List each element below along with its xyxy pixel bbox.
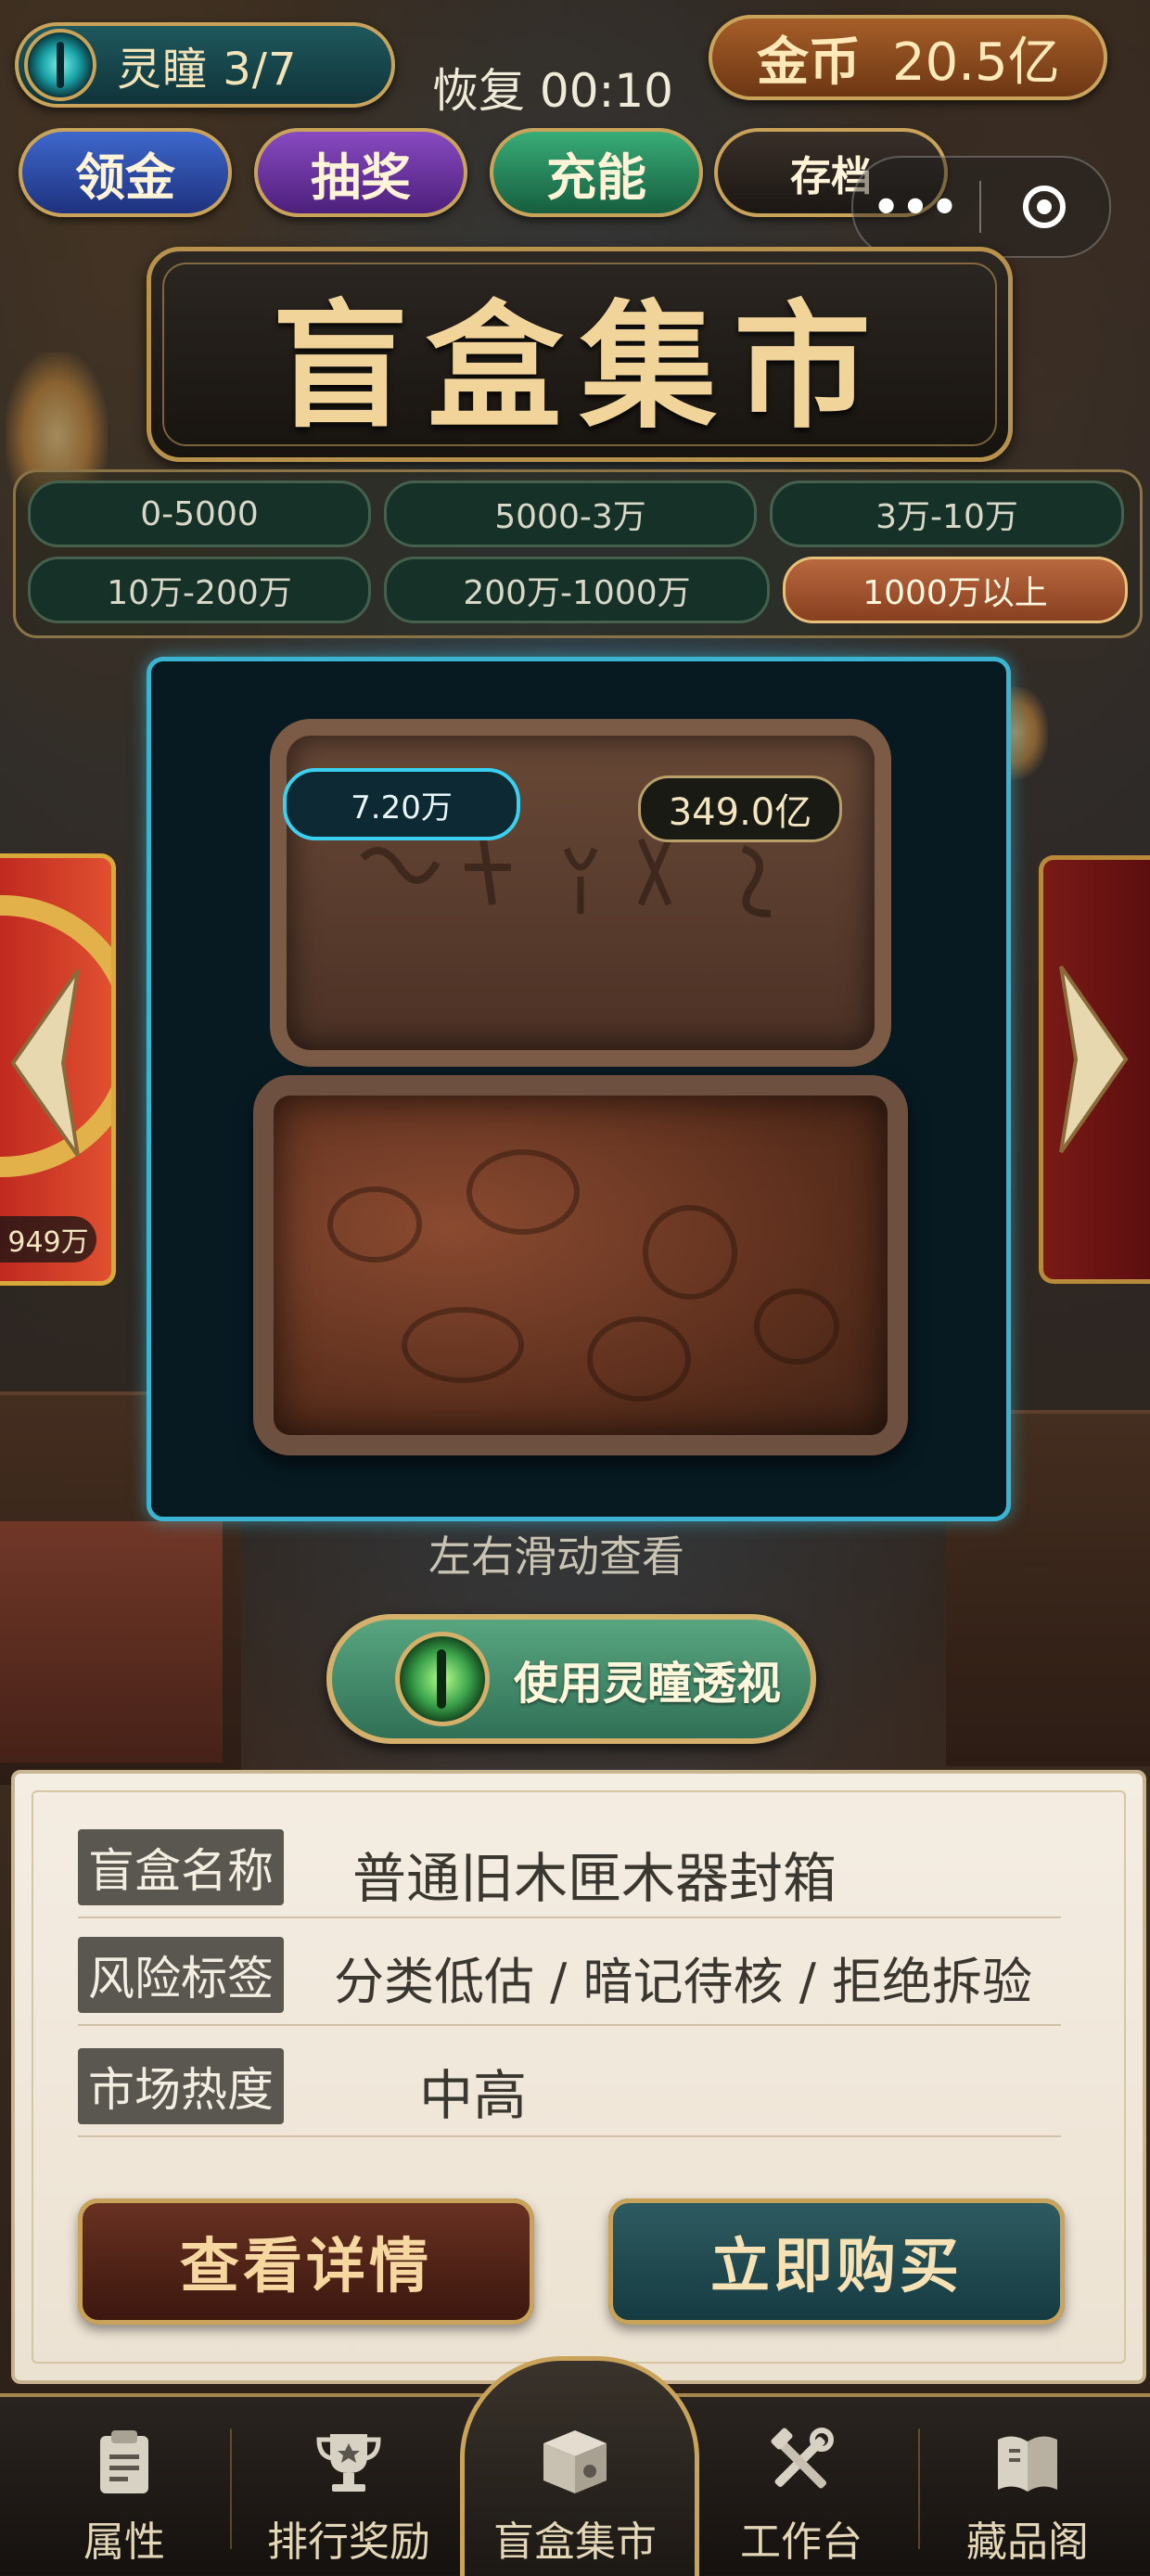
price-filter-chip[interactable]: 3万-10万 xyxy=(770,481,1124,547)
arrow-right-icon[interactable] xyxy=(1050,957,1133,1161)
charge-button[interactable]: 充能 xyxy=(490,128,703,217)
nav-label: 排行奖励 xyxy=(267,2518,430,2566)
wood-burl xyxy=(466,1149,580,1235)
coin-value: 20.5亿 xyxy=(892,32,1060,93)
current-box-price: 7.20万 xyxy=(283,768,520,840)
box-name-value: 普通旧木匣木器封箱 xyxy=(352,1847,837,1910)
arrow-left-icon[interactable] xyxy=(6,961,89,1165)
nav-item-attributes[interactable]: 属性 xyxy=(13,2412,236,2571)
collect-gold-button[interactable]: 领金 xyxy=(19,128,232,217)
risk-tag-label: 风险标签 xyxy=(78,1937,284,2013)
risk-tag-value: 分类低估 / 暗记待核 / 拒绝拆验 xyxy=(334,1953,1033,2011)
use-spirit-eye-button[interactable]: 使用灵瞳透视 xyxy=(326,1614,816,1744)
close-miniprogram-icon[interactable] xyxy=(981,186,1107,228)
nav-label: 藏品阁 xyxy=(966,2518,1089,2566)
lottery-button[interactable]: 抽奖 xyxy=(254,128,467,217)
wood-burl xyxy=(402,1307,524,1383)
wood-burl xyxy=(643,1205,737,1300)
wood-burl xyxy=(327,1186,422,1262)
nav-item-collection[interactable]: 藏品阁 xyxy=(916,2412,1139,2571)
nav-label: 属性 xyxy=(83,2518,165,2566)
coin-balance[interactable]: 金币 20.5亿 xyxy=(709,15,1107,100)
swipe-hint: 左右滑动查看 xyxy=(428,1532,684,1582)
view-detail-button[interactable]: 查看详情 xyxy=(78,2198,534,2325)
nav-label: 工作台 xyxy=(740,2518,862,2566)
box-icon xyxy=(543,2430,607,2493)
nav-label: 盲盒集市 xyxy=(493,2518,657,2566)
nav-item-blind-box-market[interactable]: 盲盒集市 xyxy=(464,2412,686,2571)
more-menu-icon[interactable]: ••• xyxy=(853,182,979,232)
wooden-box-base-image xyxy=(253,1075,908,1455)
wood-burl xyxy=(587,1316,691,1402)
clipboard-icon xyxy=(100,2430,148,2493)
miniprogram-capsule: ••• xyxy=(851,156,1111,258)
divider xyxy=(78,2024,1061,2026)
price-filter-chip[interactable]: 0-5000 xyxy=(28,481,371,547)
use-spirit-eye-label: 使用灵瞳透视 xyxy=(514,1658,782,1710)
market-heat-value: 中高 xyxy=(419,2064,528,2127)
total-value-badge: 349.0亿 xyxy=(638,775,842,842)
coin-label: 金币 xyxy=(757,32,861,93)
title-banner: 盲盒集市 xyxy=(147,247,1013,462)
spirit-eye-counter[interactable]: 灵瞳 3/7 xyxy=(15,22,395,108)
price-filter-chip-active[interactable]: 1000万以上 xyxy=(783,557,1128,623)
spirit-eye-text: 灵瞳 3/7 xyxy=(117,44,298,96)
wood-burl xyxy=(754,1288,839,1365)
prev-card-price: 949万 xyxy=(0,1216,96,1262)
nav-item-ranking[interactable]: 排行奖励 xyxy=(237,2412,460,2571)
market-heat-label: 市场热度 xyxy=(78,2048,284,2124)
tools-icon xyxy=(771,2428,834,2489)
book-icon xyxy=(998,2436,1057,2492)
divider xyxy=(78,1916,1061,1918)
price-filter-chip[interactable]: 5000-3万 xyxy=(384,481,757,547)
trophy-icon xyxy=(316,2434,381,2492)
recover-timer: 恢复 00:10 xyxy=(432,64,673,118)
blind-box-card[interactable] xyxy=(147,657,1011,1521)
spirit-eye-icon xyxy=(395,1632,490,1726)
nav-item-workbench[interactable]: 工作台 xyxy=(690,2412,913,2571)
buy-now-button[interactable]: 立即购买 xyxy=(608,2198,1065,2325)
price-filter-chip[interactable]: 200万-1000万 xyxy=(384,557,770,623)
box-name-label: 盲盒名称 xyxy=(78,1829,284,1905)
spirit-eye-icon xyxy=(24,29,96,101)
divider xyxy=(78,2135,1061,2137)
price-filter-chip[interactable]: 10万-200万 xyxy=(28,557,371,623)
page-title: 盲盒集市 xyxy=(272,285,888,447)
